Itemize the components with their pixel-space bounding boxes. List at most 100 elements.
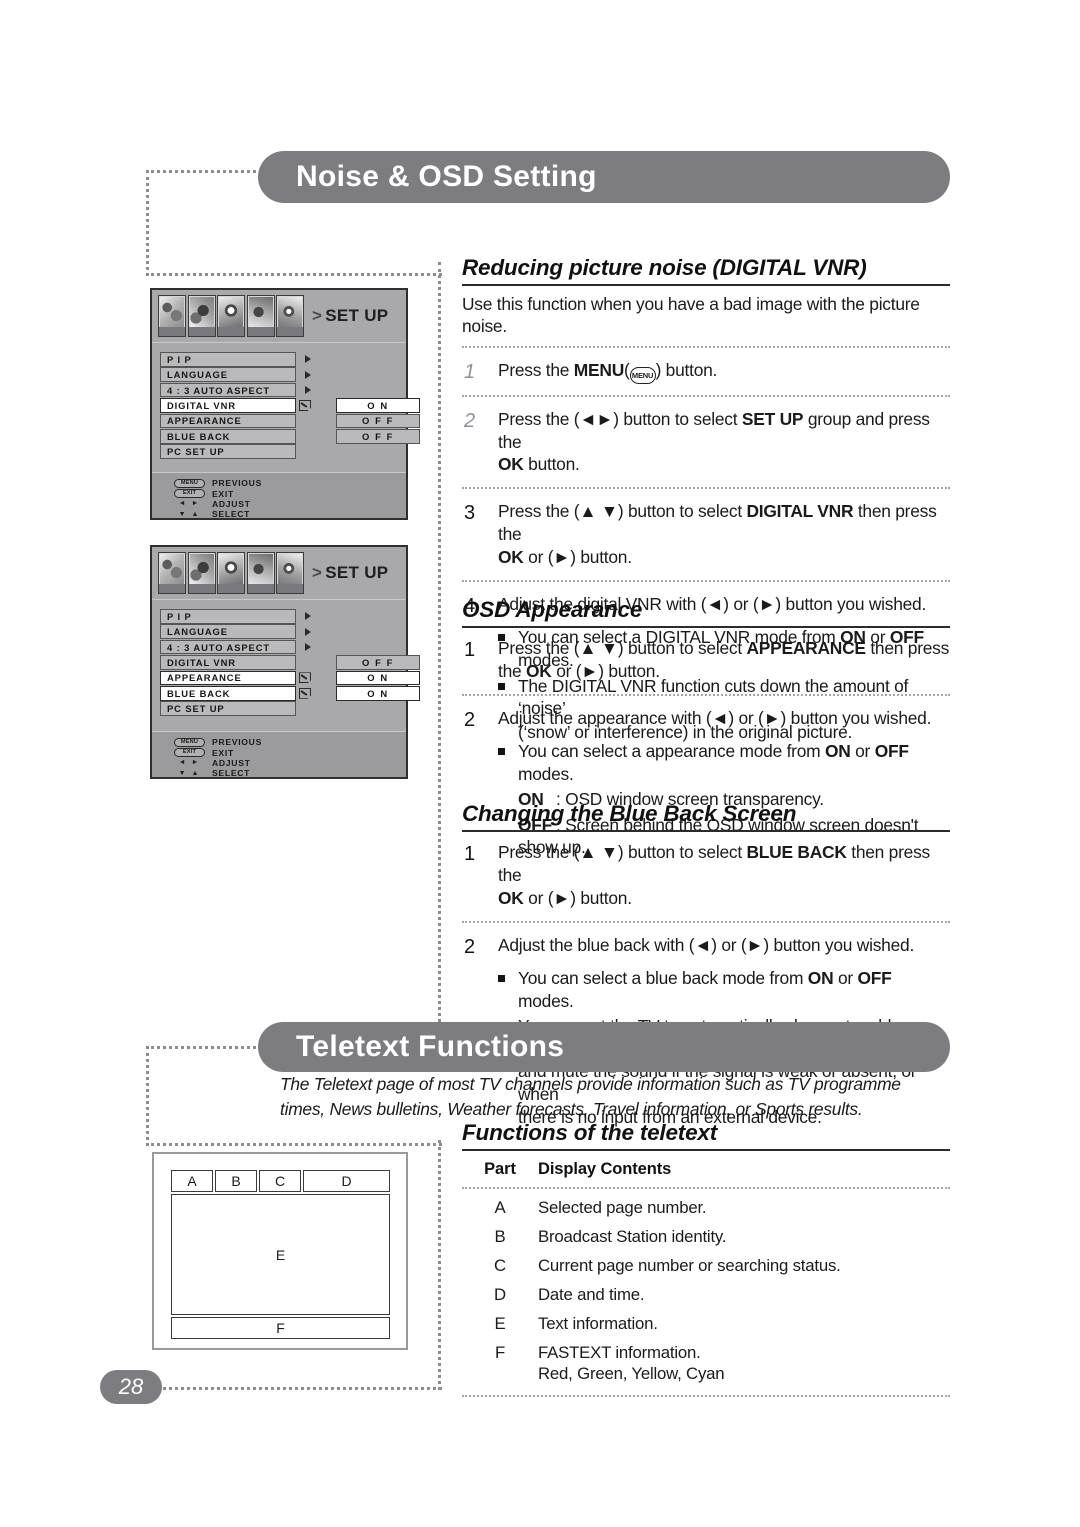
legend-row: ◄ ► ADJUST [174, 499, 406, 509]
osd-menu-row[interactable]: PC SET UP [160, 444, 406, 459]
special-menu-icon[interactable] [246, 552, 275, 594]
osd-row-value[interactable]: O F F [336, 428, 420, 444]
bullet-on: ON [824, 740, 851, 761]
step-number: 1 [464, 360, 475, 383]
table-row: D Date and time. [462, 1285, 950, 1306]
legend-label: SELECT [212, 768, 251, 779]
menu-key-icon: MENU [174, 737, 205, 747]
teletext-cell-d: D [303, 1170, 390, 1192]
step-text: Adjust the blue back with (◄) or (►) but… [498, 934, 915, 955]
osd-menu-row[interactable]: DIGITAL VNR O F F [160, 655, 420, 670]
picture-menu-icon[interactable] [158, 295, 186, 337]
osd-menu-row[interactable]: P I P [160, 609, 406, 624]
osd-panel-digital-vnr: > SET UP P I P LANGUAGE 4 : 3 AUTO ASPECT… [150, 288, 420, 520]
divider [462, 626, 950, 628]
section-title: Teletext Functions [296, 1030, 565, 1063]
step-text-e: or (►) button. [523, 887, 632, 908]
legend-row: MENU PREVIOUS [174, 478, 406, 488]
sound-menu-icon[interactable] [187, 552, 216, 594]
cell-contents: FASTEXT information. [538, 1342, 701, 1362]
osd-row-value[interactable]: O N [336, 398, 420, 413]
osd-menu-list: P I P LANGUAGE 4 : 3 AUTO ASPECT DIGITAL… [152, 600, 420, 716]
osd-menu-row[interactable]: LANGUAGE [160, 624, 406, 639]
legend-row: EXIT EXIT [174, 747, 406, 758]
time-menu-icon[interactable] [217, 295, 245, 337]
picture-menu-icon[interactable] [158, 552, 186, 594]
subsection-title: OSD Appearance [462, 597, 643, 622]
column-header-part: Part [484, 1160, 516, 1178]
subsection-title: Reducing picture noise (DIGITAL VNR) [462, 255, 867, 280]
menu-key-icon: MENU [174, 478, 205, 488]
osd-menu-row[interactable]: 4 : 3 AUTO ASPECT [160, 639, 406, 655]
osd-row-value[interactable]: O F F [336, 655, 420, 670]
divider [462, 830, 950, 832]
osd-legend: MENU PREVIOUS EXIT EXIT ◄ ► ADJUST ▼ ▲ S… [152, 472, 406, 519]
section-title: Noise & OSD Setting [296, 160, 597, 193]
osd-menu-row[interactable]: P I P [160, 352, 406, 367]
osd-row-label: BLUE BACK [160, 685, 296, 701]
time-menu-icon[interactable] [217, 552, 245, 594]
osd-row-label: PC SET UP [160, 701, 296, 716]
bullet-end: modes. [518, 990, 574, 1011]
bullet-end: modes. [518, 763, 574, 784]
table-row: E Text information. [462, 1314, 950, 1335]
osd-menu-row-selected[interactable]: APPEARANCE O N [160, 670, 420, 686]
subsection-title: Changing the Blue Back Screen [462, 801, 797, 826]
bullet-or: or [850, 740, 875, 761]
osd-menu-row-selected[interactable]: BLUE BACK O N [160, 685, 420, 701]
osd-menu-row-selected[interactable]: DIGITAL VNR O N [160, 398, 420, 413]
up-down-arrows-icon: ▼ ▲ [178, 769, 201, 777]
bullet-text-a: You can select a blue back mode from [518, 967, 808, 988]
submenu-arrow-icon [305, 370, 311, 379]
bullet-off: OFF [857, 967, 892, 988]
osd-icon-strip [158, 552, 304, 594]
cell-contents-extra: Red, Green, Yellow, Cyan [538, 1363, 725, 1383]
osd-menu-row[interactable]: LANGUAGE [160, 367, 406, 382]
special-menu-icon[interactable] [246, 295, 275, 337]
osd-menu-row[interactable]: PC SET UP [160, 701, 406, 716]
legend-label: ADJUST [212, 757, 251, 768]
step-text-b: SET UP [741, 408, 804, 429]
cell-part: B [494, 1226, 506, 1246]
step-text-d: OK [498, 887, 524, 908]
table-row: A Selected page number. [462, 1198, 950, 1219]
osd-row-value[interactable]: O F F [336, 413, 420, 429]
step-text-a: Press the (▲ ▼) button to select [498, 501, 747, 522]
step-item: 1 Press the (▲ ▼) button to select APPEA… [462, 637, 950, 683]
exit-key-icon: EXIT [174, 748, 205, 758]
enter-marker-icon [299, 688, 311, 699]
step-text-b: DIGITAL VNR [746, 501, 854, 522]
submenu-arrow-icon [305, 355, 311, 364]
left-right-arrows-icon: ◄ ► [178, 500, 201, 508]
setup-menu-icon[interactable] [276, 295, 304, 337]
teletext-intro-line2: times, News bulletins, Weather forecasts… [280, 1098, 863, 1119]
osd-row-value[interactable]: O N [336, 685, 420, 701]
osd-row-value[interactable]: O N [336, 670, 420, 686]
cell-contents-group: FASTEXT information. Red, Green, Yellow,… [538, 1342, 725, 1385]
step-text-d: the [498, 660, 527, 681]
osd-row-label: DIGITAL VNR [160, 398, 296, 413]
osd-row-label: LANGUAGE [160, 367, 296, 382]
legend-label: PREVIOUS [212, 737, 263, 748]
osd-menu-row[interactable]: BLUE BACK O F F [160, 428, 420, 444]
divider-dotted [462, 1187, 950, 1189]
osd-menu-row[interactable]: APPEARANCE O F F [160, 413, 420, 429]
step-item: 2 Adjust the blue back with (◄) or (►) b… [462, 934, 950, 958]
cell-contents: Text information. [538, 1313, 658, 1333]
submenu-arrow-icon [305, 386, 311, 395]
bullet-on: ON [807, 967, 834, 988]
osd-row-label: 4 : 3 AUTO ASPECT [160, 382, 296, 398]
osd-menu-row[interactable]: 4 : 3 AUTO ASPECT [160, 382, 406, 398]
osd-row-label: APPEARANCE [160, 670, 296, 686]
table-row: B Broadcast Station identity. [462, 1227, 950, 1248]
step-text-b: APPEARANCE [746, 638, 867, 658]
sound-menu-icon[interactable] [187, 295, 216, 337]
dotted-divider-lower [438, 1140, 441, 1390]
setup-menu-icon[interactable] [276, 552, 304, 594]
table-row: C Current page number or searching statu… [462, 1256, 950, 1277]
cell-part: A [494, 1198, 506, 1217]
divider-dotted [462, 580, 950, 583]
step-number: 1 [464, 843, 475, 865]
dotted-baseline [146, 1387, 442, 1390]
step-text-c: then press [865, 638, 950, 658]
